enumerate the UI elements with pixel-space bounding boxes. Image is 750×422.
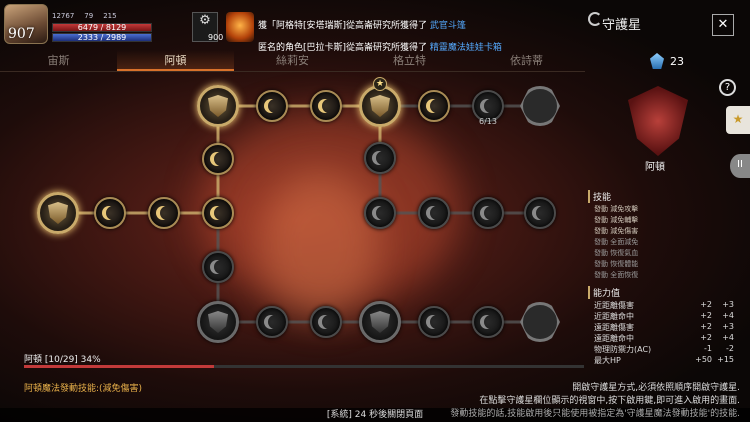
ability-value-current: +2 (700, 322, 712, 331)
star-node-locked[interactable] (418, 306, 450, 338)
ability-name: 遠距離命中 (594, 334, 634, 343)
ability-name: 近距離傷害 (594, 301, 634, 310)
moon-icon (376, 206, 390, 220)
ability-value-current: +2 (700, 311, 712, 320)
crest-icon (370, 311, 390, 333)
moon-icon (484, 315, 498, 329)
ability-row: 遠距離傷害 +2 +3 (594, 322, 740, 333)
moon-icon (106, 206, 120, 220)
star-icon: ★ (373, 77, 387, 91)
ability-row: 近距離命中 +2 +4 (594, 311, 740, 322)
moon-icon (376, 151, 390, 165)
help-line-3: 發動技能的話,技能啟用後只能使用被指定為'守護星魔法發動技能'的技能. (450, 409, 740, 419)
wolf-crest-icon (370, 95, 390, 117)
crest-icon (208, 95, 228, 117)
guardian-logo-icon (588, 12, 602, 26)
ability-value-current: -1 (704, 344, 712, 353)
guardian-node-locked[interactable] (197, 301, 239, 343)
crest-icon (208, 311, 228, 333)
progress-fill (24, 365, 215, 368)
moon-icon (430, 99, 444, 113)
pause-icon[interactable]: II (730, 154, 750, 178)
moon-icon (214, 260, 228, 274)
skill-item[interactable]: 發動 減免攻擊 (594, 204, 638, 214)
moon-icon (430, 315, 444, 329)
crystal-count: 23 (670, 55, 684, 68)
skill-item[interactable]: 發動 恢復氣血 (594, 248, 638, 258)
star-node[interactable] (310, 90, 342, 122)
star-side-tab[interactable]: ★ (726, 106, 750, 134)
abilities-heading: 能力值 (588, 286, 620, 299)
skill-message: 阿頓魔法發動技能:(減免傷害) (24, 384, 143, 394)
ability-value-current: +2 (700, 333, 712, 342)
moon-icon (322, 99, 336, 113)
guardian-star-screen: { "player": { "level": "907", "stat1": "… (0, 0, 750, 422)
moon-icon (484, 99, 498, 113)
skills-heading: 技能 (588, 190, 611, 203)
ability-value-next: +15 (717, 355, 734, 364)
panel-title: 守護星 (602, 18, 642, 33)
star-node-locked[interactable] (364, 142, 396, 174)
star-node-locked[interactable] (310, 306, 342, 338)
ability-name: 遠距離傷害 (594, 323, 634, 332)
guardian-node[interactable] (197, 85, 239, 127)
star-node[interactable] (148, 197, 180, 229)
ability-value-next: +4 (722, 333, 734, 342)
ability-value-current: +50 (695, 355, 712, 364)
moon-icon (430, 206, 444, 220)
moon-icon (268, 315, 282, 329)
moon-icon (268, 99, 282, 113)
star-node[interactable] (418, 90, 450, 122)
ability-value-current: +2 (700, 300, 712, 309)
node-counter: 6/13 (479, 117, 497, 126)
star-node-locked[interactable] (524, 197, 556, 229)
star-node-locked[interactable] (202, 251, 234, 283)
close-button[interactable]: ✕ (712, 14, 734, 36)
ability-row: 遠距離命中 +2 +4 (594, 333, 740, 344)
ability-row: 物理防禦力(AC) -1 -2 (594, 344, 740, 355)
guardian-node[interactable] (37, 192, 79, 234)
guardian-node-locked[interactable] (359, 301, 401, 343)
progress-label: 阿頓 [10/29] 34% (24, 355, 101, 365)
star-node[interactable] (94, 197, 126, 229)
star-node[interactable] (256, 90, 288, 122)
star-node-locked[interactable] (472, 306, 504, 338)
moon-icon (214, 152, 228, 166)
moon-icon (484, 206, 498, 220)
guardian-node-current[interactable] (359, 85, 401, 127)
star-node-locked[interactable] (364, 197, 396, 229)
help-button[interactable]: ? (719, 79, 736, 96)
star-node[interactable] (202, 197, 234, 229)
help-line-1: 開啟守護星方式,必須依照順序開啟守護星. (572, 383, 740, 393)
moon-icon (214, 206, 228, 220)
ability-value-next: +3 (722, 300, 734, 309)
skill-item[interactable]: 發動 全面減免 (594, 237, 638, 247)
skill-item[interactable]: 發動 恢復體能 (594, 259, 638, 269)
guardian-name: 阿頓 (645, 162, 665, 173)
node-links (58, 104, 540, 324)
moon-icon (322, 315, 336, 329)
ability-value-next: +4 (722, 311, 734, 320)
star-node-locked[interactable] (418, 197, 450, 229)
ability-name: 最大HP (594, 356, 621, 365)
ability-value-next: +3 (722, 322, 734, 331)
moon-icon (536, 206, 550, 220)
skill-item[interactable]: 發動 全面恢復 (594, 270, 638, 280)
ability-name: 近距離命中 (594, 312, 634, 321)
progress-bar (24, 365, 584, 368)
star-node-locked[interactable] (472, 197, 504, 229)
ability-name: 物理防禦力(AC) (594, 345, 652, 354)
star-node-locked[interactable] (256, 306, 288, 338)
ability-row: 最大HP +50 +15 (594, 355, 740, 366)
ability-value-next: -2 (726, 344, 734, 353)
star-node[interactable] (202, 143, 234, 175)
skill-item[interactable]: 發動 減免傷害 (594, 226, 638, 236)
moon-icon (160, 206, 174, 220)
crest-icon (48, 202, 68, 224)
ability-row: 近距離傷害 +2 +3 (594, 300, 740, 311)
skill-item[interactable]: 發動 減免輔擊 (594, 215, 638, 225)
help-line-2: 在點擊守護星欄位顯示的視窗中,按下啟用鍵,即可進入啟用的畫面. (479, 396, 740, 406)
